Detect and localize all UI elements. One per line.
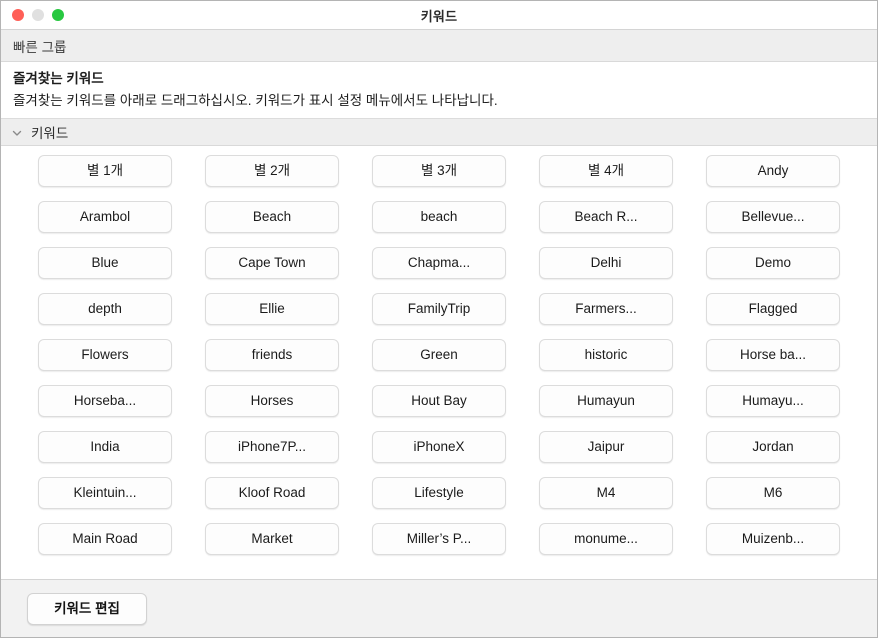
minimize-button[interactable] (32, 9, 44, 21)
zoom-button[interactable] (52, 9, 64, 21)
quick-group-header: 빠른 그룹 (1, 30, 877, 62)
window-titlebar: 키워드 (1, 1, 877, 30)
keyword-button[interactable]: Horses (205, 385, 339, 417)
window-controls (12, 1, 64, 29)
window-title: 키워드 (420, 8, 458, 24)
keyword-button[interactable]: Arambol (38, 201, 172, 233)
keyword-button[interactable]: M4 (539, 477, 673, 509)
keyword-button[interactable]: Flagged (706, 293, 840, 325)
keyword-button[interactable]: Beach (205, 201, 339, 233)
keyword-button[interactable]: friends (205, 339, 339, 371)
keyword-button[interactable]: iPhone7P... (205, 431, 339, 463)
keyword-button[interactable]: M6 (706, 477, 840, 509)
keyword-button[interactable]: Horseba... (38, 385, 172, 417)
keyword-button[interactable]: Chapma... (372, 247, 506, 279)
keyword-button[interactable]: Green (372, 339, 506, 371)
keyword-grid-area: 별 1개 별 2개 별 3개 별 4개 Andy Arambol Beach beach Bea… (1, 146, 877, 579)
keyword-button[interactable]: Bellevue... (706, 201, 840, 233)
edit-keywords-button[interactable]: 키워드 편집 (27, 592, 147, 625)
keyword-window: 키워드 빠른 그룹 즐겨찾는 키워드 즐겨찾는 키워드를 아래로 드래그하십시오… (0, 0, 878, 638)
keyword-button[interactable]: Main Road (38, 523, 172, 555)
keyword-button[interactable]: Miller’s P... (372, 523, 506, 555)
favorites-title: 즐겨찾는 키워드 (13, 71, 104, 86)
keyword-button[interactable]: Farmers... (539, 293, 673, 325)
keyword-button[interactable]: historic (539, 339, 673, 371)
keyword-button[interactable]: iPhoneX (372, 431, 506, 463)
keyword-button[interactable]: Market (205, 523, 339, 555)
keywords-section-header[interactable]: 키워드 (1, 118, 877, 146)
keyword-grid: 별 1개 별 2개 별 3개 별 4개 Andy Arambol Beach beach Bea… (1, 155, 877, 555)
chevron-down-icon[interactable] (11, 126, 23, 138)
keyword-button[interactable]: monume... (539, 523, 673, 555)
keyword-button[interactable]: Demo (706, 247, 840, 279)
quick-group-label: 빠른 그룹 (13, 39, 67, 55)
keyword-button[interactable]: Blue (38, 247, 172, 279)
keyword-button[interactable]: Hout Bay (372, 385, 506, 417)
keyword-button[interactable]: 별 4개 (539, 155, 673, 187)
keyword-button[interactable]: FamilyTrip (372, 293, 506, 325)
keyword-button[interactable]: Flowers (38, 339, 172, 371)
keyword-button[interactable]: Muizenb... (706, 523, 840, 555)
keyword-button[interactable]: 별 2개 (205, 155, 339, 187)
keyword-button[interactable]: India (38, 431, 172, 463)
favorites-description: 즐겨찾는 키워드를 아래로 드래그하십시오. 키워드가 표시 설정 메뉴에서도 … (13, 93, 498, 108)
keyword-button[interactable]: Humayu... (706, 385, 840, 417)
keyword-button[interactable]: Jordan (706, 431, 840, 463)
close-button[interactable] (12, 9, 24, 21)
keywords-section-label: 키워드 (31, 126, 69, 141)
bottom-toolbar: 키워드 편집 (1, 579, 877, 637)
favorites-section: 즐겨찾는 키워드 즐겨찾는 키워드를 아래로 드래그하십시오. 키워드가 표시 … (1, 62, 877, 118)
keyword-button[interactable]: depth (38, 293, 172, 325)
keyword-button[interactable]: Delhi (539, 247, 673, 279)
keyword-button[interactable]: Kleintuin... (38, 477, 172, 509)
keyword-button[interactable]: Humayun (539, 385, 673, 417)
keyword-button[interactable]: Beach R... (539, 201, 673, 233)
keyword-button[interactable]: 별 1개 (38, 155, 172, 187)
keyword-button[interactable]: Andy (706, 155, 840, 187)
keyword-button[interactable]: 별 3개 (372, 155, 506, 187)
keyword-button[interactable]: Horse ba... (706, 339, 840, 371)
keyword-button[interactable]: Lifestyle (372, 477, 506, 509)
keyword-button[interactable]: beach (372, 201, 506, 233)
keyword-button[interactable]: Ellie (205, 293, 339, 325)
keyword-button[interactable]: Jaipur (539, 431, 673, 463)
keyword-button[interactable]: Cape Town (205, 247, 339, 279)
keyword-button[interactable]: Kloof Road (205, 477, 339, 509)
